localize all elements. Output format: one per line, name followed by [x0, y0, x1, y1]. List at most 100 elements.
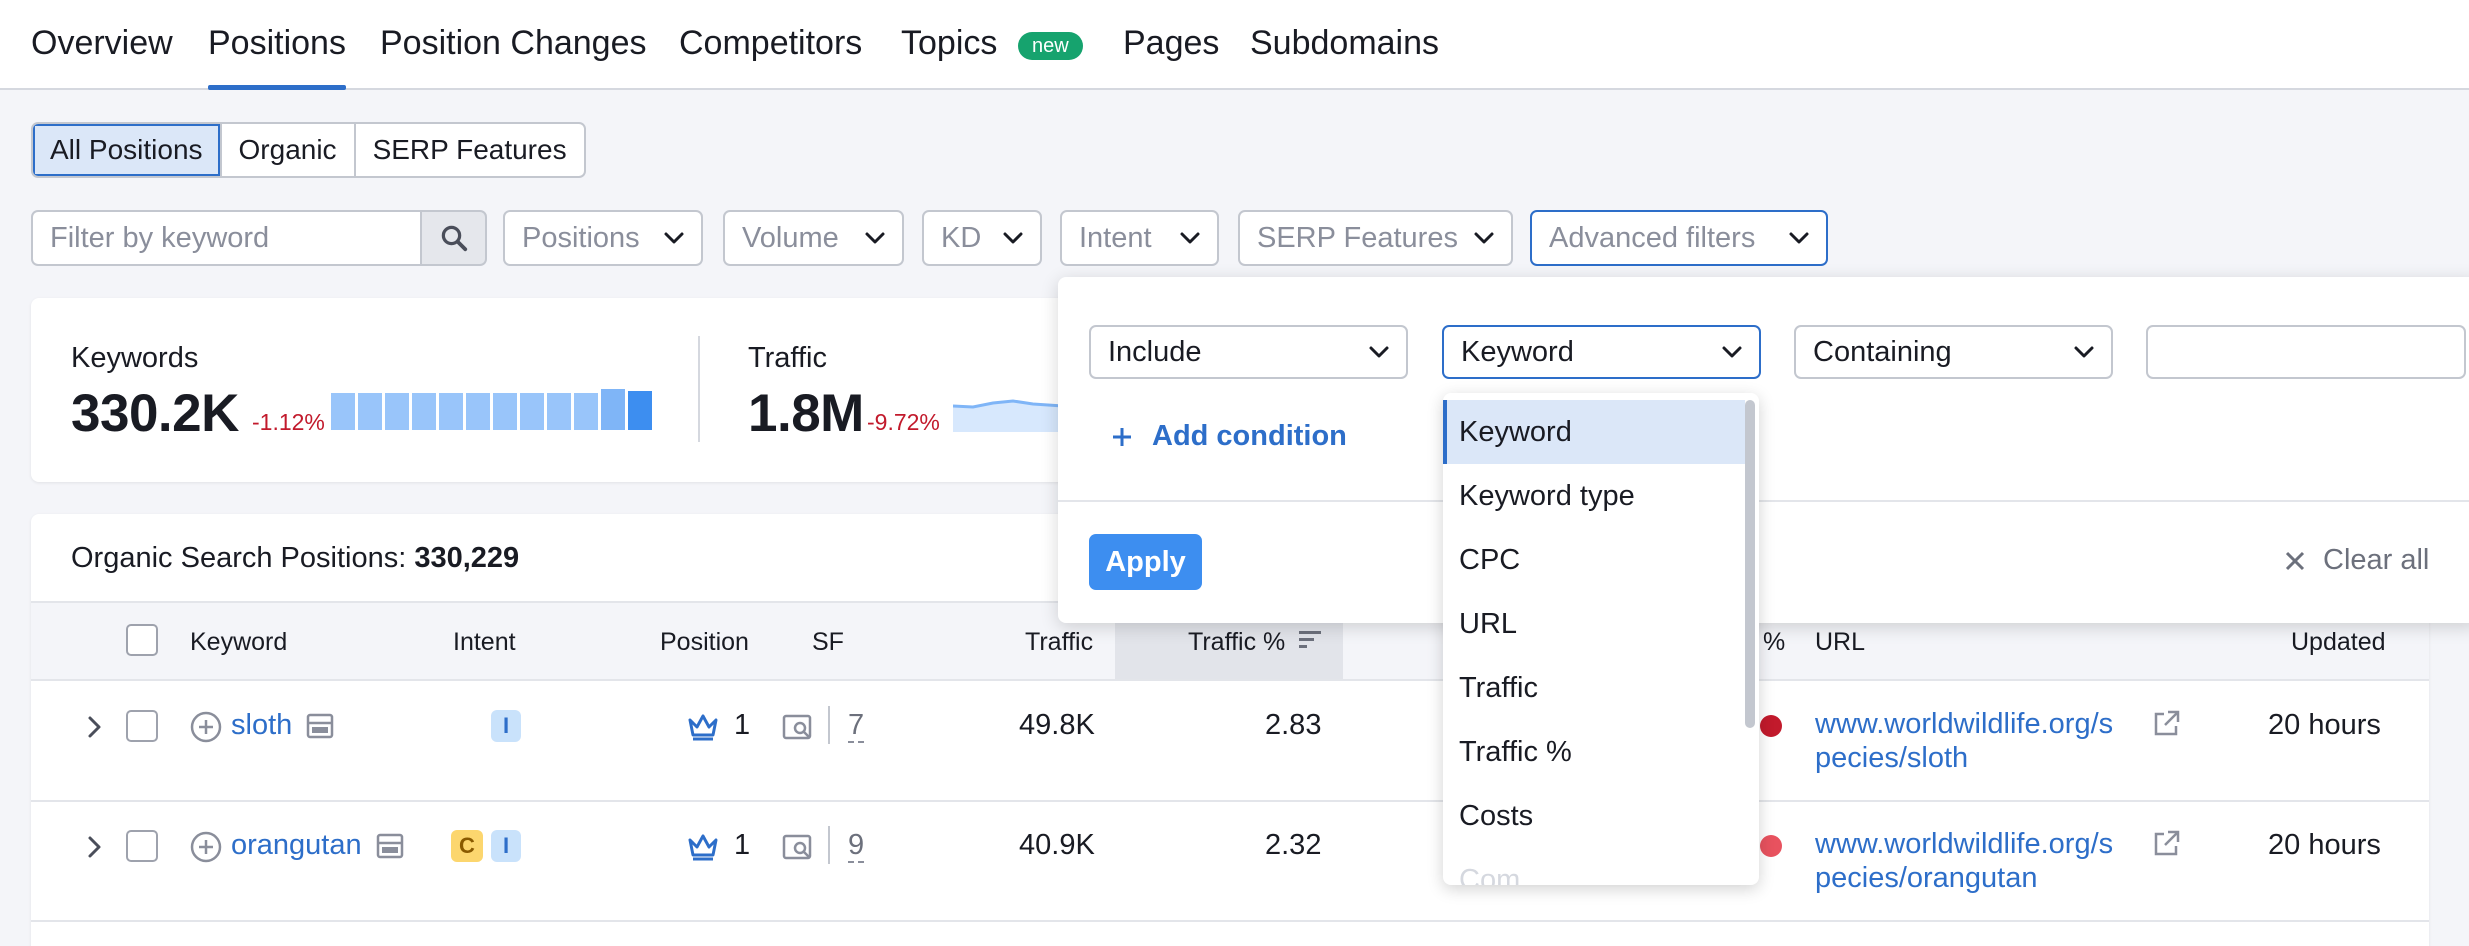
updated-value: 20 hours	[2268, 709, 2381, 741]
column-header-intent[interactable]: Intent	[453, 628, 516, 657]
expand-chevron-icon[interactable]	[84, 714, 106, 740]
sf-divider	[828, 706, 830, 744]
advanced-filters-dropdown[interactable]: Advanced filters	[1530, 210, 1828, 266]
traffic-metric-label: Traffic	[748, 342, 827, 374]
serp-features-filter-dropdown[interactable]: SERP Features	[1238, 210, 1513, 266]
segment-organic[interactable]: Organic	[222, 124, 356, 176]
crown-icon	[688, 714, 718, 741]
tab-subdomains[interactable]: Subdomains	[1250, 24, 1439, 90]
plus-icon	[1113, 427, 1131, 446]
chevron-down-icon	[1788, 212, 1810, 264]
chevron-down-icon	[1368, 327, 1390, 377]
traffic-value: 40.9K	[1019, 829, 1095, 861]
organic-positions-count: 330,229	[414, 542, 520, 574]
column-header-position[interactable]: Position	[660, 628, 749, 657]
new-badge: new	[1018, 32, 1083, 60]
tab-topics[interactable]: Topics	[901, 24, 997, 90]
menu-item-traffic[interactable]: Traffic	[1443, 656, 1745, 720]
segment-serp-features[interactable]: SERP Features	[356, 124, 584, 176]
traffic-value: 49.8K	[1019, 709, 1095, 741]
positions-filter-label: Positions	[522, 222, 640, 254]
sort-descending-icon[interactable]	[1297, 628, 1323, 652]
menu-item-cpc[interactable]: CPC	[1443, 528, 1745, 592]
segment-all-positions[interactable]: All Positions	[33, 124, 222, 176]
url-link[interactable]: www.worldwildlife.org/s pecies/orangutan	[1815, 827, 2113, 895]
menu-item-url[interactable]: URL	[1443, 592, 1745, 656]
column-header-url[interactable]: URL	[1815, 628, 1865, 657]
chevron-down-icon	[1002, 212, 1024, 264]
external-link-icon[interactable]	[2150, 708, 2182, 740]
apply-button[interactable]: Apply	[1089, 534, 1202, 590]
traffic-metric-delta: -9.72%	[867, 409, 940, 435]
keyword-link[interactable]: orangutan	[231, 829, 362, 862]
serp-features-filter-label: SERP Features	[1257, 222, 1458, 254]
intent-filter-dropdown[interactable]: Intent	[1060, 210, 1219, 266]
column-header-traffic-percent[interactable]: Traffic %	[1188, 628, 1285, 657]
row-checkbox[interactable]	[126, 830, 158, 862]
include-exclude-label: Include	[1108, 336, 1202, 368]
menu-item-partial[interactable]: Com	[1443, 848, 1745, 885]
url-link[interactable]: www.worldwildlife.org/s pecies/sloth	[1815, 707, 2113, 775]
row-divider	[31, 920, 2429, 922]
search-button[interactable]	[420, 210, 487, 266]
volume-filter-label: Volume	[742, 222, 839, 254]
row-checkbox[interactable]	[126, 710, 158, 742]
sf-count-value: 9	[848, 829, 865, 863]
sf-count[interactable]: 9	[848, 829, 865, 863]
intent-badge: C	[451, 830, 483, 862]
sf-count-value: 7	[848, 709, 865, 743]
filter-field-label: Keyword	[1461, 336, 1574, 368]
chevron-down-icon	[2073, 327, 2095, 377]
position-type-segment: All Positions Organic SERP Features	[31, 122, 586, 178]
tab-overview[interactable]: Overview	[31, 24, 173, 90]
add-keyword-icon[interactable]	[189, 830, 223, 864]
add-condition-label: Add condition	[1152, 420, 1347, 452]
include-exclude-dropdown[interactable]: Include	[1089, 325, 1408, 379]
add-condition-button[interactable]: Add condition	[1110, 420, 1347, 453]
url-link-line-1: www.worldwildlife.org/s	[1815, 828, 2114, 860]
column-header-sf[interactable]: SF	[812, 628, 844, 657]
menu-item-costs[interactable]: Costs	[1443, 784, 1745, 848]
select-all-checkbox[interactable]	[126, 624, 158, 656]
sf-divider	[828, 826, 830, 864]
menu-item-keyword[interactable]: Keyword	[1443, 400, 1745, 464]
add-keyword-icon[interactable]	[189, 710, 223, 744]
kd-filter-dropdown[interactable]: KD	[922, 210, 1042, 266]
column-header-updated[interactable]: Updated	[2291, 628, 2386, 657]
column-header-percent[interactable]: %	[1763, 628, 1785, 657]
volume-filter-dropdown[interactable]: Volume	[723, 210, 904, 266]
intent-badge: I	[491, 710, 521, 742]
column-header-traffic[interactable]: Traffic	[1025, 628, 1093, 657]
tab-position-changes[interactable]: Position Changes	[380, 24, 647, 90]
keywords-metric-value: 330.2K	[71, 384, 239, 443]
filter-field-dropdown[interactable]: Keyword	[1442, 325, 1761, 379]
summary-divider	[698, 336, 700, 442]
filter-value-input[interactable]	[2146, 325, 2466, 379]
keyword-link[interactable]: sloth	[231, 709, 292, 742]
serp-search-icon[interactable]	[782, 832, 814, 862]
search-icon	[441, 225, 467, 252]
filter-operator-dropdown[interactable]: Containing	[1794, 325, 2113, 379]
external-link-icon[interactable]	[2150, 828, 2182, 860]
expand-chevron-icon[interactable]	[84, 834, 106, 860]
menu-item-traffic-percent[interactable]: Traffic %	[1443, 720, 1745, 784]
kd-filter-label: KD	[941, 222, 982, 254]
serp-snippet-icon[interactable]	[305, 712, 335, 740]
chevron-down-icon	[1721, 327, 1743, 377]
tab-positions[interactable]: Positions	[208, 24, 346, 90]
tab-competitors[interactable]: Competitors	[679, 24, 862, 90]
tab-pages[interactable]: Pages	[1123, 24, 1219, 90]
menu-item-keyword-type[interactable]: Keyword type	[1443, 464, 1745, 528]
serp-search-icon[interactable]	[782, 712, 814, 742]
keywords-metric-delta: -1.12%	[252, 409, 325, 435]
menu-scrollbar-thumb[interactable]	[1745, 400, 1755, 728]
clear-all-button[interactable]: Clear all	[2283, 544, 2429, 577]
position-value: 1	[734, 829, 751, 861]
positions-filter-dropdown[interactable]: Positions	[503, 210, 703, 266]
updated-value: 20 hours	[2268, 829, 2381, 861]
sf-count[interactable]: 7	[848, 709, 865, 743]
column-header-keyword[interactable]: Keyword	[190, 628, 287, 657]
top-navigation: Overview Positions Position Changes Comp…	[0, 0, 2469, 90]
serp-snippet-icon[interactable]	[375, 832, 405, 860]
keyword-filter-input[interactable]	[31, 210, 421, 266]
